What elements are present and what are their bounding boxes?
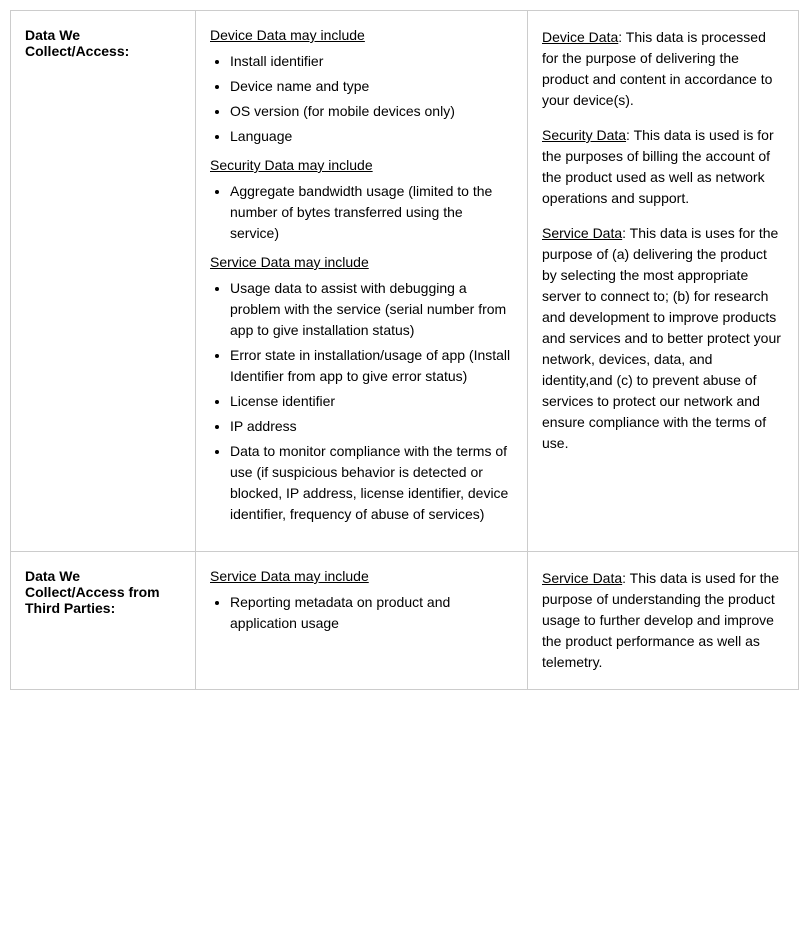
list-item: OS version (for mobile devices only) — [230, 101, 513, 122]
third-party-service-heading: Service Data may include — [210, 568, 513, 584]
right-collect: Device Data: This data is processed for … — [528, 11, 798, 551]
purpose-device-data: Device Data: This data is processed for … — [542, 27, 784, 111]
third-party-service-list: Reporting metadata on product and applic… — [210, 592, 513, 634]
table-row: Data We Collect/Access from Third Partie… — [11, 552, 798, 689]
service-data-heading: Service Data may include — [210, 254, 513, 270]
list-item: Data to monitor compliance with the term… — [230, 441, 513, 525]
device-data-term: Device Data — [542, 29, 618, 45]
label-text: Data We Collect/Access from Third Partie… — [25, 568, 160, 616]
third-party-service-term: Service Data — [542, 570, 622, 586]
security-data-term: Security Data — [542, 127, 626, 143]
list-item: License identifier — [230, 391, 513, 412]
table-row: Data We Collect/Access: Device Data may … — [11, 11, 798, 552]
purpose-security-data: Security Data: This data is used is for … — [542, 125, 784, 209]
list-item: Reporting metadata on product and applic… — [230, 592, 513, 634]
device-data-heading: Device Data may include — [210, 27, 513, 43]
main-table: Data We Collect/Access: Device Data may … — [10, 10, 799, 690]
label-text: Data We Collect/Access: — [25, 27, 129, 59]
right-third-party: Service Data: This data is used for the … — [528, 552, 798, 689]
purpose-service-data: Service Data: This data is uses for the … — [542, 223, 784, 454]
label-third-party: Data We Collect/Access from Third Partie… — [11, 552, 196, 689]
middle-collect: Device Data may include Install identifi… — [196, 11, 528, 551]
device-data-list: Install identifier Device name and type … — [210, 51, 513, 147]
list-item: Language — [230, 126, 513, 147]
service-data-term: Service Data — [542, 225, 622, 241]
list-item: Install identifier — [230, 51, 513, 72]
list-item: IP address — [230, 416, 513, 437]
middle-third-party: Service Data may include Reporting metad… — [196, 552, 528, 689]
label-collect: Data We Collect/Access: — [11, 11, 196, 551]
security-data-heading: Security Data may include — [210, 157, 513, 173]
service-data-list: Usage data to assist with debugging a pr… — [210, 278, 513, 525]
security-data-list: Aggregate bandwidth usage (limited to th… — [210, 181, 513, 244]
list-item: Aggregate bandwidth usage (limited to th… — [230, 181, 513, 244]
list-item: Error state in installation/usage of app… — [230, 345, 513, 387]
list-item: Device name and type — [230, 76, 513, 97]
service-data-desc: : This data is uses for the purpose of (… — [542, 225, 781, 451]
purpose-third-party-service: Service Data: This data is used for the … — [542, 568, 784, 673]
list-item: Usage data to assist with debugging a pr… — [230, 278, 513, 341]
